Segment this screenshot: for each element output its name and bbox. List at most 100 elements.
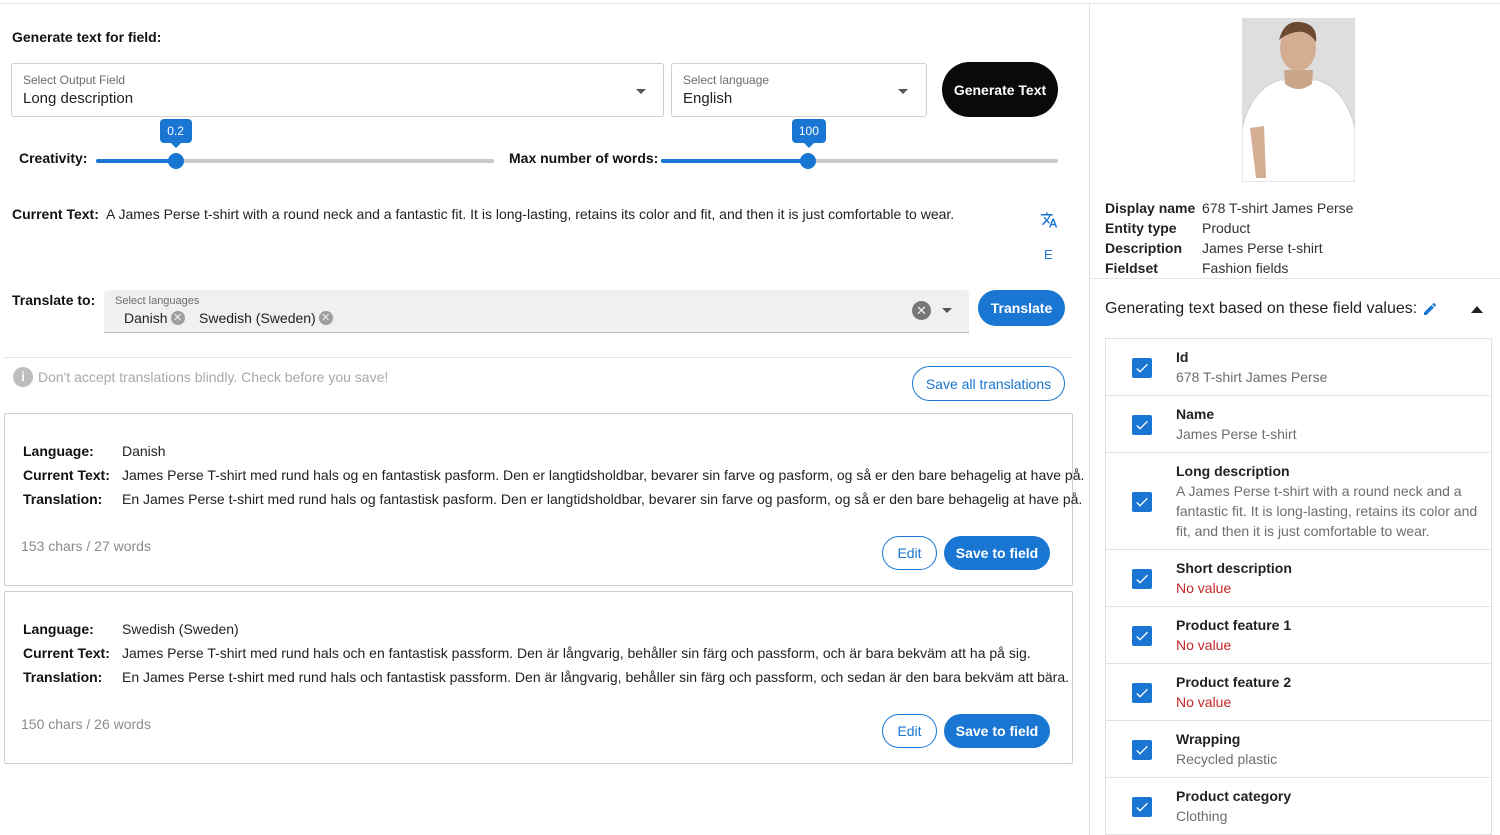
meta-key: Display name <box>1105 200 1196 216</box>
field-values-title: Generating text based on these field val… <box>1105 300 1418 317</box>
meta-value: James Perse t-shirt <box>1202 240 1323 256</box>
current-text-key: Current Text: <box>23 645 110 661</box>
creativity-slider-thumb[interactable] <box>167 153 184 169</box>
divider <box>1090 278 1500 279</box>
chip-label: Danish <box>124 309 168 326</box>
language-chip-danish: Danish ✕ <box>124 308 185 327</box>
language-chip-swedish: Swedish (Sweden) ✕ <box>199 308 333 327</box>
translation-key: Translation: <box>23 491 103 507</box>
list-item: Id 678 T-shirt James Perse <box>1106 339 1491 396</box>
meta-key: Entity type <box>1105 220 1177 236</box>
field-checkbox[interactable] <box>1132 683 1152 703</box>
creativity-value-tooltip: 0.2 <box>159 119 192 148</box>
language-value: Swedish (Sweden) <box>122 621 239 637</box>
current-text-value: James Perse T-shirt med rund hals og en … <box>122 467 1085 483</box>
list-item: Long description A James Perse t-shirt w… <box>1106 453 1491 550</box>
field-value: A James Perse t-shirt with a round neck … <box>1176 483 1478 539</box>
field-checkbox[interactable] <box>1132 626 1152 646</box>
product-image <box>1242 18 1355 182</box>
list-item: Product feature 1 No value <box>1106 607 1491 664</box>
field-value: No value <box>1176 637 1232 653</box>
field-checkbox[interactable] <box>1132 492 1152 512</box>
chevron-down-icon <box>636 89 646 94</box>
save-all-translations-button[interactable]: Save all translations <box>912 366 1065 401</box>
pencil-icon[interactable] <box>1422 301 1438 317</box>
list-item: Product feature 2 No value <box>1106 664 1491 721</box>
max-words-value-tooltip: 100 <box>791 119 826 148</box>
edit-button[interactable]: Edit <box>882 536 937 570</box>
languages-label: Select languages <box>115 295 200 307</box>
meta-value: 678 T-shirt James Perse <box>1202 200 1354 216</box>
field-checkbox[interactable] <box>1132 415 1152 435</box>
field-value: 678 T-shirt James Perse <box>1176 369 1328 385</box>
field-name: Wrapping <box>1176 731 1241 747</box>
save-to-field-button[interactable]: Save to field <box>944 536 1050 570</box>
field-value: No value <box>1176 580 1232 596</box>
languages-multiselect[interactable]: Select languages Danish ✕ Swedish (Swede… <box>104 290 969 333</box>
generate-title: Generate text for field: <box>12 29 162 45</box>
current-text-value: A James Perse t-shirt with a round neck … <box>106 206 955 222</box>
translate-to-label: Translate to: <box>12 292 96 308</box>
list-item: Product category Clothing <box>1106 778 1491 835</box>
max-words-slider[interactable]: 100 <box>661 119 1058 169</box>
save-to-field-button[interactable]: Save to field <box>944 714 1050 748</box>
creativity-slider[interactable]: 0.2 <box>96 119 494 169</box>
field-value: No value <box>1176 694 1232 710</box>
info-icon: i <box>13 367 33 387</box>
field-name: Product category <box>1176 788 1292 804</box>
remove-chip-icon[interactable]: ✕ <box>318 310 333 325</box>
field-checkbox[interactable] <box>1132 358 1152 378</box>
current-text-label: Current Text: <box>12 206 99 222</box>
max-words-slider-fill <box>661 159 808 163</box>
language-value: Danish <box>122 443 166 459</box>
field-name: Product feature 1 <box>1176 617 1292 633</box>
translation-value: En James Perse t-shirt med rund hals och… <box>122 669 1070 685</box>
field-name: Product feature 2 <box>1176 674 1292 690</box>
translate-button[interactable]: Translate <box>978 290 1065 326</box>
language-value: English <box>683 90 733 107</box>
language-label: Select language <box>683 73 770 87</box>
translation-card-swedish: Language: Swedish (Sweden) Current Text:… <box>4 591 1073 764</box>
field-value: Recycled plastic <box>1176 751 1278 767</box>
translate-icon[interactable] <box>1040 211 1058 229</box>
language-select[interactable]: Select language English <box>671 63 927 117</box>
generate-panel: Generate text for field: Select Output F… <box>0 0 1088 835</box>
list-item: Name James Perse t-shirt <box>1106 396 1491 453</box>
field-checkbox[interactable] <box>1132 740 1152 760</box>
chevron-down-icon[interactable] <box>942 308 952 313</box>
char-word-count: 150 chars / 26 words <box>21 716 151 732</box>
remove-chip-icon[interactable]: ✕ <box>170 310 185 325</box>
translation-key: Translation: <box>23 669 103 685</box>
max-words-slider-thumb[interactable] <box>799 153 816 169</box>
meta-value: Product <box>1202 220 1251 236</box>
language-key: Language: <box>23 443 94 459</box>
chip-label: Swedish (Sweden) <box>199 309 316 326</box>
field-value: James Perse t-shirt <box>1176 426 1297 442</box>
meta-key: Description <box>1105 240 1183 256</box>
max-words-label: Max number of words: <box>509 150 659 166</box>
generate-text-button[interactable]: Generate Text <box>942 62 1058 117</box>
output-field-value: Long description <box>23 90 134 107</box>
translation-card-danish: Language: Danish Current Text: James Per… <box>4 413 1084 586</box>
meta-value: Fashion fields <box>1202 260 1289 276</box>
creativity-label: Creativity: <box>19 150 88 166</box>
output-field-label: Select Output Field <box>23 73 126 87</box>
output-field-select[interactable]: Select Output Field Long description <box>11 63 664 117</box>
field-checkbox[interactable] <box>1132 797 1152 817</box>
chevron-down-icon <box>898 89 908 94</box>
e-button[interactable]: E <box>1044 247 1053 262</box>
char-word-count: 153 chars / 27 words <box>21 538 151 554</box>
edit-button[interactable]: Edit <box>882 714 937 748</box>
product-panel: Display name 678 T-shirt James Perse Ent… <box>1089 4 1500 835</box>
chevron-up-icon[interactable] <box>1471 306 1483 313</box>
creativity-slider-fill <box>96 159 176 163</box>
clear-all-icon[interactable]: ✕ <box>912 301 931 320</box>
field-name: Id <box>1176 349 1189 365</box>
meta-key: Fieldset <box>1105 260 1158 276</box>
field-checkbox[interactable] <box>1132 569 1152 589</box>
list-item: Wrapping Recycled plastic <box>1106 721 1491 778</box>
divider <box>4 357 1072 358</box>
field-values-list: Id 678 T-shirt James Perse Name James Pe… <box>1105 338 1492 835</box>
translation-warning: Don't accept translations blindly. Check… <box>38 369 389 385</box>
field-name: Long description <box>1176 463 1290 479</box>
